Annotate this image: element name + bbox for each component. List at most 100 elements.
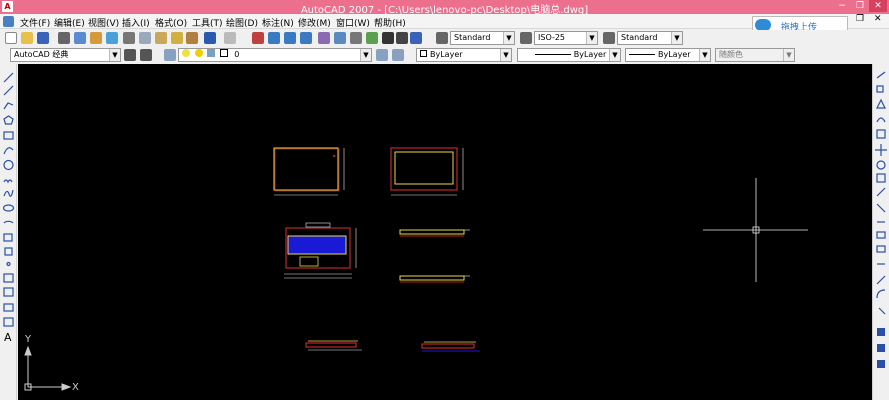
menu-draw[interactable]: 绘图(D) (226, 16, 258, 29)
insert-block-icon (3, 233, 13, 242)
match-properties-icon[interactable] (171, 32, 183, 44)
layer-color-swatch (219, 49, 228, 57)
tool-palettes-icon[interactable] (350, 32, 362, 44)
plot-preview-icon[interactable] (74, 32, 86, 44)
lineweight-select[interactable]: ByLayer ▼ (625, 48, 711, 62)
close-button[interactable]: ✕ (869, 0, 887, 12)
text-style-icon[interactable] (436, 32, 448, 44)
fillet-icon (876, 289, 886, 299)
zoom-window-icon[interactable] (284, 32, 296, 44)
move-icon (875, 144, 887, 156)
minimize-button[interactable]: − (833, 0, 851, 12)
lock-icon (207, 49, 216, 57)
document-icon[interactable] (3, 16, 14, 27)
dim-style-value: ISO-25 (538, 33, 566, 42)
make-object-layer-current-icon[interactable] (376, 49, 388, 61)
menu-tools[interactable]: 工具(T) (192, 16, 223, 29)
linetype-select[interactable]: ByLayer ▼ (517, 48, 621, 62)
mirror-icon (876, 98, 886, 109)
offset-icon (876, 117, 886, 123)
paste-icon[interactable] (155, 32, 167, 44)
trim-icon (876, 203, 886, 213)
pan-icon[interactable] (252, 32, 264, 44)
sheet-set-icon[interactable] (366, 32, 378, 44)
chevron-down-icon: ▼ (360, 49, 371, 61)
chevron-down-icon: ▼ (503, 32, 514, 44)
block-editor-icon[interactable] (186, 32, 198, 44)
crosshair-cursor (703, 178, 808, 282)
menu-help[interactable]: 帮助(H) (374, 16, 406, 29)
break-icon (876, 245, 886, 253)
copy-object-icon (876, 85, 884, 93)
lightbulb-icon (182, 49, 190, 57)
doc-close-button[interactable]: ✕ (874, 14, 882, 24)
lineweight-value: ByLayer (658, 50, 691, 59)
lineweight-preview (629, 54, 655, 55)
color-select[interactable]: ByLayer ▼ (416, 48, 512, 62)
chevron-down-icon: ▼ (109, 49, 120, 61)
menu-edit[interactable]: 编辑(E) (54, 16, 85, 29)
text-style-select[interactable]: Standard ▼ (450, 31, 515, 45)
restore-button[interactable]: ❐ (851, 0, 869, 12)
laptop-lid-drawing (273, 147, 345, 196)
menu-insert[interactable]: 插入(I) (122, 16, 150, 29)
menu-window[interactable]: 窗口(W) (336, 16, 370, 29)
new-icon[interactable] (5, 32, 17, 44)
layers-toolbar: AutoCAD 经典 ▼ 0 ▼ ByLayer ▼ ByLayer ▼ ByLaye… (0, 47, 889, 64)
draw-toolbar: A (0, 64, 17, 400)
table-style-select[interactable]: Standard ▼ (617, 31, 683, 45)
point-icon (6, 261, 11, 267)
sun-icon (194, 49, 203, 57)
menu-dimension[interactable]: 标注(N) (262, 16, 294, 29)
design-center-icon[interactable] (334, 32, 346, 44)
properties-icon[interactable] (318, 32, 330, 44)
side-profile-2 (399, 275, 470, 283)
drawing-svg (24, 147, 808, 391)
linetype-value: ByLayer (573, 50, 607, 59)
explode-icon (878, 307, 886, 315)
revision-cloud-icon (3, 179, 13, 184)
menu-modify[interactable]: 修改(M) (298, 16, 331, 29)
laptop-screen-drawing (390, 147, 464, 196)
hatch-icon (3, 273, 14, 283)
layer-properties-icon[interactable] (164, 49, 176, 61)
plotstyle-select[interactable]: 随颜色 ▼ (715, 48, 795, 62)
table-style-icon[interactable] (603, 32, 615, 44)
redo-icon[interactable] (224, 32, 236, 44)
workspace-select[interactable]: AutoCAD 经典 ▼ (10, 48, 121, 62)
publish-icon[interactable] (90, 32, 102, 44)
layer-select[interactable]: 0 ▼ (178, 48, 372, 62)
break-at-point-icon (876, 231, 886, 239)
menu-file[interactable]: 文件(F) (20, 16, 50, 29)
cut-icon[interactable] (123, 32, 135, 44)
erase-icon (876, 71, 886, 79)
chamfer-icon (876, 275, 886, 285)
open-icon[interactable] (21, 32, 33, 44)
zoom-previous-icon[interactable] (300, 32, 312, 44)
dim-style-icon[interactable] (520, 32, 532, 44)
laptop-keyboard-drawing (284, 222, 357, 279)
3d-dwf-icon[interactable] (106, 32, 118, 44)
save-icon[interactable] (37, 32, 49, 44)
autocad-window: A AutoCAD 2007 - [C:\Users\lenovo-pc\Des… (0, 0, 889, 400)
color-value: ByLayer (430, 50, 463, 59)
region-icon (3, 303, 14, 312)
doc-restore-button[interactable]: ❐ (856, 14, 864, 24)
quickcalc-icon[interactable] (396, 32, 408, 44)
undo-icon[interactable] (204, 32, 216, 44)
zoom-realtime-icon[interactable] (268, 32, 280, 44)
ellipse-arc-icon (3, 220, 14, 224)
modify-toolbar (872, 64, 889, 400)
help-icon[interactable] (410, 32, 422, 44)
copy-icon[interactable] (139, 32, 151, 44)
workspace-settings-icon[interactable] (124, 49, 136, 61)
menu-view[interactable]: 视图(V) (88, 16, 119, 29)
line-icon (3, 72, 14, 83)
save-workspace-icon[interactable] (140, 49, 152, 61)
markup-icon[interactable] (382, 32, 394, 44)
drawing-canvas[interactable]: Y X (18, 64, 872, 400)
dim-style-select[interactable]: ISO-25 ▼ (534, 31, 598, 45)
menu-format[interactable]: 格式(O) (155, 16, 187, 29)
layer-previous-icon[interactable] (392, 49, 404, 61)
print-icon[interactable] (58, 32, 70, 44)
